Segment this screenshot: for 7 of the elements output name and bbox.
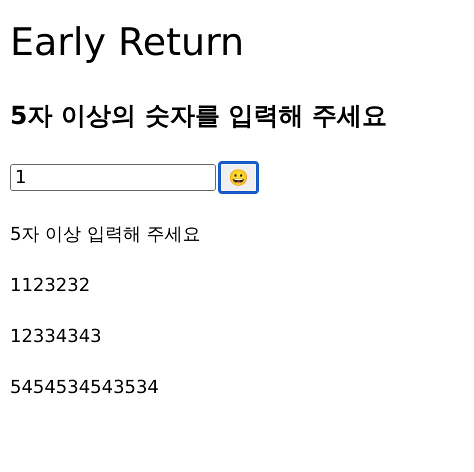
message-text: 12334343 (10, 328, 103, 346)
instruction-heading: 5자 이상의 숫자를 입력해 주세요 (10, 100, 388, 132)
number-input[interactable]: 1 (10, 164, 216, 191)
message-text: 5자 이상 입력해 주세요 (10, 226, 202, 244)
page-title: Early Return (10, 19, 246, 66)
message-text: 1123232 (10, 277, 92, 295)
message-text: 5454534543534 (10, 379, 160, 397)
